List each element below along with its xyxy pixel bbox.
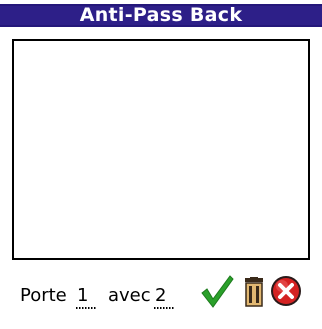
porte-label: Porte xyxy=(20,285,67,306)
avec-label: avec xyxy=(108,285,151,306)
title-bar: Anti-Pass Back xyxy=(0,0,322,31)
porte-field[interactable]: 1 xyxy=(77,285,88,306)
checkmark-icon[interactable] xyxy=(199,273,235,309)
window-title: Anti-Pass Back xyxy=(79,4,243,26)
avec-field-underline xyxy=(154,307,174,309)
trash-icon[interactable] xyxy=(242,277,266,307)
anti-pass-back-list[interactable] xyxy=(12,39,310,260)
porte-field-underline xyxy=(76,307,96,309)
close-circle-icon[interactable] xyxy=(270,275,302,307)
bottom-toolbar: Porte 1 avec 2 xyxy=(0,265,322,329)
avec-field[interactable]: 2 xyxy=(155,285,166,306)
